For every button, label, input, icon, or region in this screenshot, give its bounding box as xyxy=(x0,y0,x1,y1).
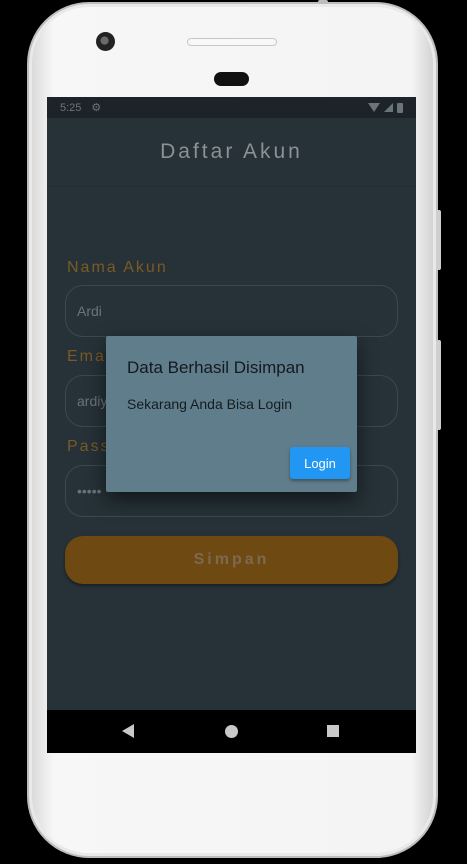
navigation-bar xyxy=(47,710,416,753)
volume-button xyxy=(436,210,441,270)
name-field-value: Ardi xyxy=(77,303,102,319)
status-bar: 5:25 ⚙ xyxy=(47,97,416,118)
battery-icon xyxy=(397,102,403,113)
phone-screen: 5:25 ⚙ Daftar Akun Nama Akun Ardi Email … xyxy=(47,97,416,753)
home-icon[interactable] xyxy=(225,725,238,738)
name-label: Nama Akun xyxy=(67,259,168,276)
power-button xyxy=(436,340,441,430)
dialog-message: Sekarang Anda Bisa Login xyxy=(127,396,293,412)
proximity-sensor xyxy=(214,72,249,86)
front-camera xyxy=(96,32,115,51)
password-field-value: ••••• xyxy=(77,483,102,499)
gear-icon: ⚙ xyxy=(91,102,102,114)
earpiece-speaker xyxy=(187,38,277,46)
status-icons xyxy=(368,102,403,113)
status-time: 5:25 xyxy=(60,101,82,114)
signal-icon xyxy=(384,103,393,112)
top-button xyxy=(318,0,328,4)
login-button[interactable]: Login xyxy=(290,447,350,479)
app-bar: Daftar Akun xyxy=(47,118,416,186)
name-field[interactable]: Ardi xyxy=(65,285,398,337)
wifi-icon xyxy=(368,103,380,112)
back-icon[interactable] xyxy=(122,724,134,738)
success-dialog: Data Berhasil Disimpan Sekarang Anda Bis… xyxy=(106,336,357,492)
dialog-title: Data Berhasil Disimpan xyxy=(127,358,305,377)
save-button[interactable]: Simpan xyxy=(65,536,398,584)
page-title: Daftar Akun xyxy=(160,140,303,163)
recent-apps-icon[interactable] xyxy=(327,725,339,737)
email-field-value: ardiy xyxy=(77,393,108,409)
